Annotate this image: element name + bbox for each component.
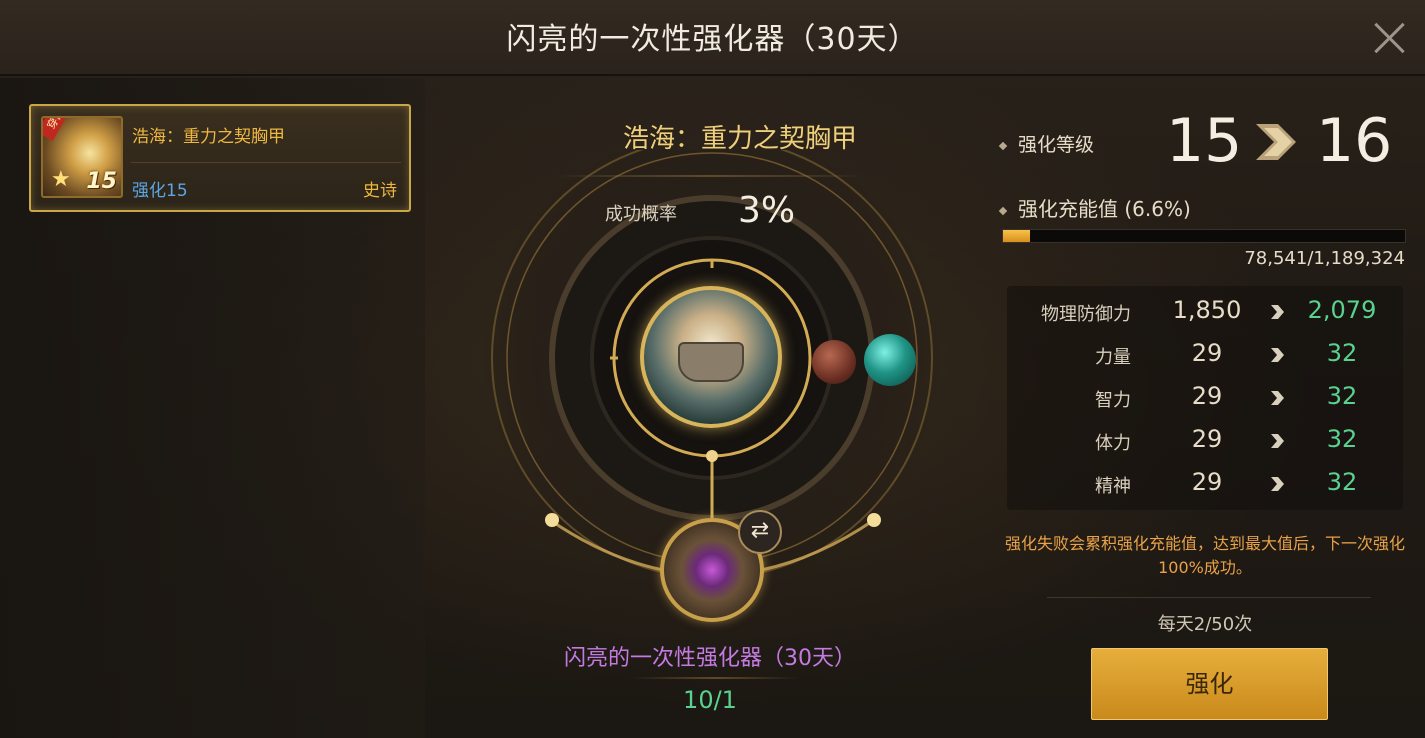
red-gem-icon <box>812 340 856 384</box>
stat-row: 智力 29 32 <box>1007 378 1403 418</box>
stat-old-value: 29 <box>1191 382 1223 410</box>
stat-new-value: 32 <box>1326 339 1358 367</box>
swap-icon[interactable]: ⇄ <box>738 510 782 554</box>
daily-limit: 每天2/50次 <box>1157 614 1253 635</box>
charge-progress-bar <box>1002 229 1406 243</box>
stat-name: 精神 <box>1095 476 1131 497</box>
stat-new-value: 32 <box>1326 425 1358 453</box>
stats-table: 物理防御力 1,850 2,079 力量 29 32 智力 29 32 体力 2… <box>1007 286 1403 510</box>
stat-new-value: 2,079 <box>1307 296 1377 324</box>
close-icon[interactable] <box>1369 18 1409 58</box>
charge-label: 强化充能值 (6.6%) <box>998 193 1191 222</box>
enhance-level-label: 强化等级 <box>998 130 1095 157</box>
helmet-icon <box>678 342 744 382</box>
divider <box>630 677 800 679</box>
stat-new-value: 32 <box>1326 382 1358 410</box>
teal-gem-icon <box>864 334 916 386</box>
window-title: 闪亮的一次性强化器（30天） <box>506 22 919 57</box>
success-rate-value: 3% <box>738 190 796 231</box>
chevron-right-icon <box>1271 434 1284 448</box>
title-bar: 闪亮的一次性强化器（30天） <box>0 0 1425 76</box>
stat-row: 力量 29 32 <box>1007 335 1403 375</box>
enhance-button[interactable]: 强化 <box>1091 648 1328 720</box>
charge-label-text: 强化充能值 (6.6%) <box>1018 197 1191 221</box>
stat-name: 力量 <box>1095 347 1131 368</box>
stat-name: 体力 <box>1095 433 1131 454</box>
charge-numbers: 78,541/1,189,324 <box>1244 248 1405 269</box>
material-name: 闪亮的一次性强化器（30天） <box>564 646 856 671</box>
divider <box>1047 597 1371 598</box>
chevron-right-icon <box>1256 124 1296 160</box>
stat-row: 物理防御力 1,850 2,079 <box>1007 292 1403 332</box>
stat-old-value: 29 <box>1191 425 1223 453</box>
target-item-slot[interactable] <box>640 286 782 428</box>
chevron-right-icon <box>1271 305 1284 319</box>
item-icon-level: 15 <box>86 169 117 194</box>
enhance-window: 闪亮的一次性强化器（30天） 穿戴中 ★ 15 浩海：重力之契胸甲 强化15 史… <box>0 0 1425 738</box>
list-item[interactable]: 穿戴中 ★ 15 浩海：重力之契胸甲 强化15 史诗 <box>29 104 411 212</box>
equipped-tag: 穿戴中 <box>43 118 80 141</box>
item-name: 浩海：重力之契胸甲 <box>132 127 285 147</box>
bullet-icon <box>998 206 1008 215</box>
stat-name: 智力 <box>1095 390 1131 411</box>
stat-new-value: 32 <box>1326 468 1358 496</box>
stat-row: 体力 29 32 <box>1007 421 1403 461</box>
item-list: 穿戴中 ★ 15 浩海：重力之契胸甲 强化15 史诗 <box>0 78 425 738</box>
enhance-level-text: 强化等级 <box>1018 134 1095 156</box>
chevron-right-icon <box>1271 391 1284 405</box>
item-grade: 史诗 <box>363 181 397 201</box>
material-count: 10/1 <box>683 686 737 714</box>
stat-old-value: 29 <box>1191 339 1223 367</box>
star-icon: ★ <box>51 167 71 192</box>
chest-armor-icon: 穿戴中 ★ 15 <box>41 116 123 198</box>
bullet-icon <box>998 141 1008 150</box>
stat-name: 物理防御力 <box>1041 304 1131 325</box>
level-from: 15 <box>1166 106 1243 176</box>
item-enhance-level: 强化15 <box>132 181 188 201</box>
level-to: 16 <box>1316 106 1393 176</box>
chevron-right-icon <box>1271 477 1284 491</box>
divider <box>131 162 401 163</box>
charge-progress-fill <box>1003 230 1030 242</box>
stat-old-value: 29 <box>1191 468 1223 496</box>
success-rate-label: 成功概率 <box>605 204 677 225</box>
chevron-right-icon <box>1271 348 1284 362</box>
stat-row: 精神 29 32 <box>1007 464 1403 504</box>
fail-hint-text: 强化失败会累积强化充能值，达到最大值后，下一次强化100%成功。 <box>1005 534 1406 577</box>
stat-old-value: 1,850 <box>1172 296 1242 324</box>
